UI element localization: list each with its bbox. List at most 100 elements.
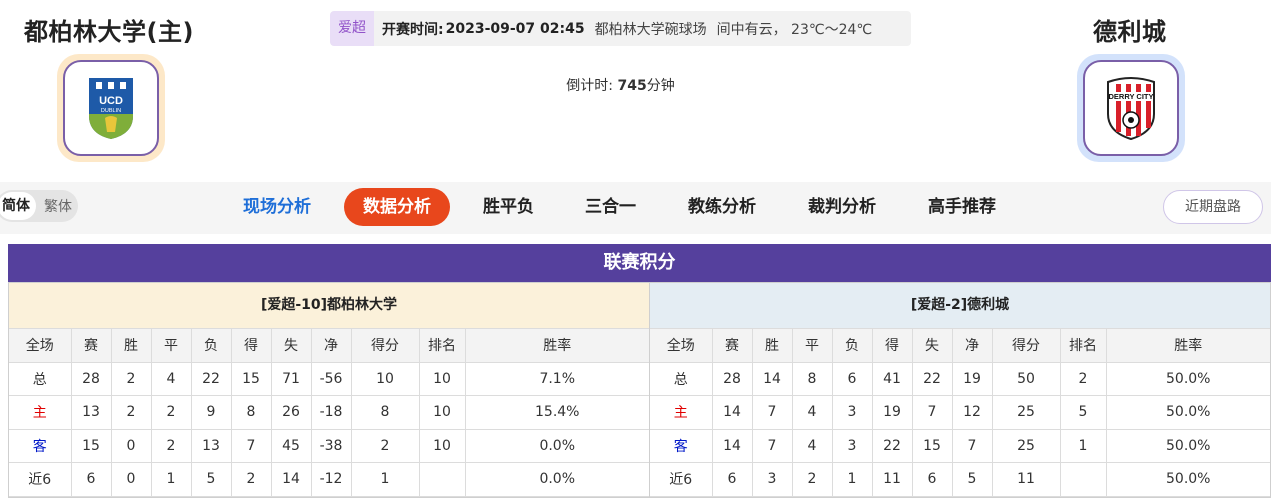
countdown-label: 倒计时: [566, 78, 614, 94]
column-header: 全场 [650, 328, 713, 363]
table-cell: 2 [110, 395, 152, 430]
table-cell: 5 [951, 462, 993, 497]
home-logo-text: UCD [99, 95, 123, 107]
column-header: 胜率 [1105, 328, 1270, 363]
row-label: 主 [650, 395, 713, 430]
column-header: 平 [150, 328, 192, 363]
column-header: 胜 [110, 328, 152, 363]
table-cell: 8 [791, 361, 833, 396]
table-row: 主 13 2 2 9 8 26 -18 8 10 15.4% [9, 395, 649, 430]
weather: 间中有云， 23℃～24℃ [716, 21, 873, 38]
table-cell: 1 [831, 462, 873, 497]
table-row: 总 28 14 8 6 41 22 19 50 2 50.0% [650, 361, 1270, 396]
column-header: 净 [951, 328, 993, 363]
lang-traditional[interactable]: 繁体 [44, 196, 72, 216]
row-label: 客 [9, 428, 72, 463]
column-header: 失 [911, 328, 953, 363]
match-header: 都柏林大学(主) 德利城 UCD DUBLIN DERRY CITY 爱超 开赛… [0, 0, 1271, 182]
row-label: 总 [9, 361, 72, 396]
recent-handicap-button[interactable]: 近期盘路 [1163, 190, 1263, 224]
column-header: 排名 [418, 328, 466, 363]
away-team-name[interactable]: 德利城 [1093, 12, 1167, 47]
table-cell: 5 [1059, 395, 1107, 430]
table-cell: 25 [991, 395, 1061, 430]
column-header: 平 [791, 328, 833, 363]
away-standings-table: 全场赛胜平负得失净得分 排名 胜率 总 28 14 8 6 41 22 19 50 2 50.0% 主 14… [650, 328, 1270, 497]
home-standings-header: [爱超-10]都柏林大学 [9, 283, 649, 328]
home-team-logo[interactable]: UCD DUBLIN [57, 54, 165, 162]
away-standings-panel: [爱超-2]德利城 全场赛胜平负得失净得分 排名 胜率 总 28 14 8 6 41 22 19 5… [650, 282, 1271, 498]
table-cell: 8 [230, 395, 272, 430]
table-row: 客 15 0 2 13 7 45 -38 2 10 0.0% [9, 428, 649, 463]
tab-expert-picks[interactable]: 高手推荐 [928, 188, 996, 226]
table-cell: 6 [831, 361, 873, 396]
table-cell: 11 [871, 462, 913, 497]
column-header: 赛 [711, 328, 753, 363]
table-cell: 2 [1059, 361, 1107, 396]
column-header: 得 [230, 328, 272, 363]
table-cell: 7 [751, 395, 793, 430]
table-cell: -38 [310, 428, 352, 463]
column-header: 排名 [1059, 328, 1107, 363]
table-cell: 10 [418, 428, 466, 463]
away-team-logo[interactable]: DERRY CITY [1077, 54, 1185, 162]
table-cell: 41 [871, 361, 913, 396]
column-header: 负 [831, 328, 873, 363]
table-cell: 5 [190, 462, 232, 497]
table-cell: 22 [190, 361, 232, 396]
match-info-bar: 爱超 开赛时间: 2023-09-07 02:45 都柏林大学碗球场 间中有云，… [330, 11, 911, 46]
table-cell: 50.0% [1105, 428, 1270, 463]
column-header: 净 [310, 328, 352, 363]
table-cell: 2 [110, 361, 152, 396]
column-header: 胜率 [464, 328, 649, 363]
tab-win-draw-loss[interactable]: 胜平负 [483, 188, 534, 226]
language-toggle[interactable]: 简体 繁体 [0, 190, 78, 222]
table-cell: 2 [350, 428, 420, 463]
kickoff-time: 2023-09-07 02:45 [445, 20, 585, 37]
tab-referee-analysis[interactable]: 裁判分析 [808, 188, 876, 226]
table-row: 近6 6 0 1 5 2 14 -12 1 0.0% [9, 462, 649, 497]
table-cell: 50.0% [1105, 395, 1270, 430]
table-cell: 7 [230, 428, 272, 463]
standings-title: 联赛积分 [8, 244, 1271, 282]
table-cell: 26 [270, 395, 312, 430]
table-cell: 7 [911, 395, 953, 430]
table-cell: 1 [150, 462, 192, 497]
column-header: 负 [190, 328, 232, 363]
tab-live-analysis[interactable]: 现场分析 [243, 188, 311, 226]
table-cell: 9 [190, 395, 232, 430]
table-cell: 3 [751, 462, 793, 497]
column-header: 胜 [751, 328, 793, 363]
table-cell: 7.1% [464, 361, 649, 396]
league-tag[interactable]: 爱超 [330, 11, 374, 46]
table-cell: 28 [711, 361, 753, 396]
table-cell: 50.0% [1105, 361, 1270, 396]
row-label: 总 [650, 361, 713, 396]
table-cell: 10 [418, 395, 466, 430]
table-cell: 11 [991, 462, 1061, 497]
table-row: 客 14 7 4 3 22 15 7 25 1 50.0% [650, 428, 1270, 463]
table-cell: 28 [70, 361, 112, 396]
table-cell: 8 [350, 395, 420, 430]
table-cell: -18 [310, 395, 352, 430]
table-cell: 25 [991, 428, 1061, 463]
table-cell: 22 [871, 428, 913, 463]
tab-data-analysis[interactable]: 数据分析 [344, 188, 450, 226]
countdown-value: 745 [617, 78, 647, 94]
home-team-name[interactable]: 都柏林大学(主) [24, 12, 194, 47]
table-cell: 1 [1059, 428, 1107, 463]
table-cell: 6 [911, 462, 953, 497]
countdown: 倒计时: 745分钟 [0, 75, 1241, 95]
home-standings-table: 全场赛胜平负得失净得分 排名 胜率 总 28 2 4 22 15 71 -56 10 10 7.1% 主 1… [9, 328, 649, 497]
tab-coach-analysis[interactable]: 教练分析 [688, 188, 756, 226]
table-cell: 14 [711, 395, 753, 430]
table-cell: 50.0% [1105, 462, 1270, 497]
table-cell: 50 [991, 361, 1061, 396]
lang-simplified[interactable]: 简体 [0, 192, 36, 220]
table-cell: 2 [150, 395, 192, 430]
tab-three-in-one[interactable]: 三合一 [585, 188, 636, 226]
column-header: 全场 [9, 328, 72, 363]
table-cell: 0.0% [464, 428, 649, 463]
table-cell: 19 [951, 361, 993, 396]
table-cell: -56 [310, 361, 352, 396]
